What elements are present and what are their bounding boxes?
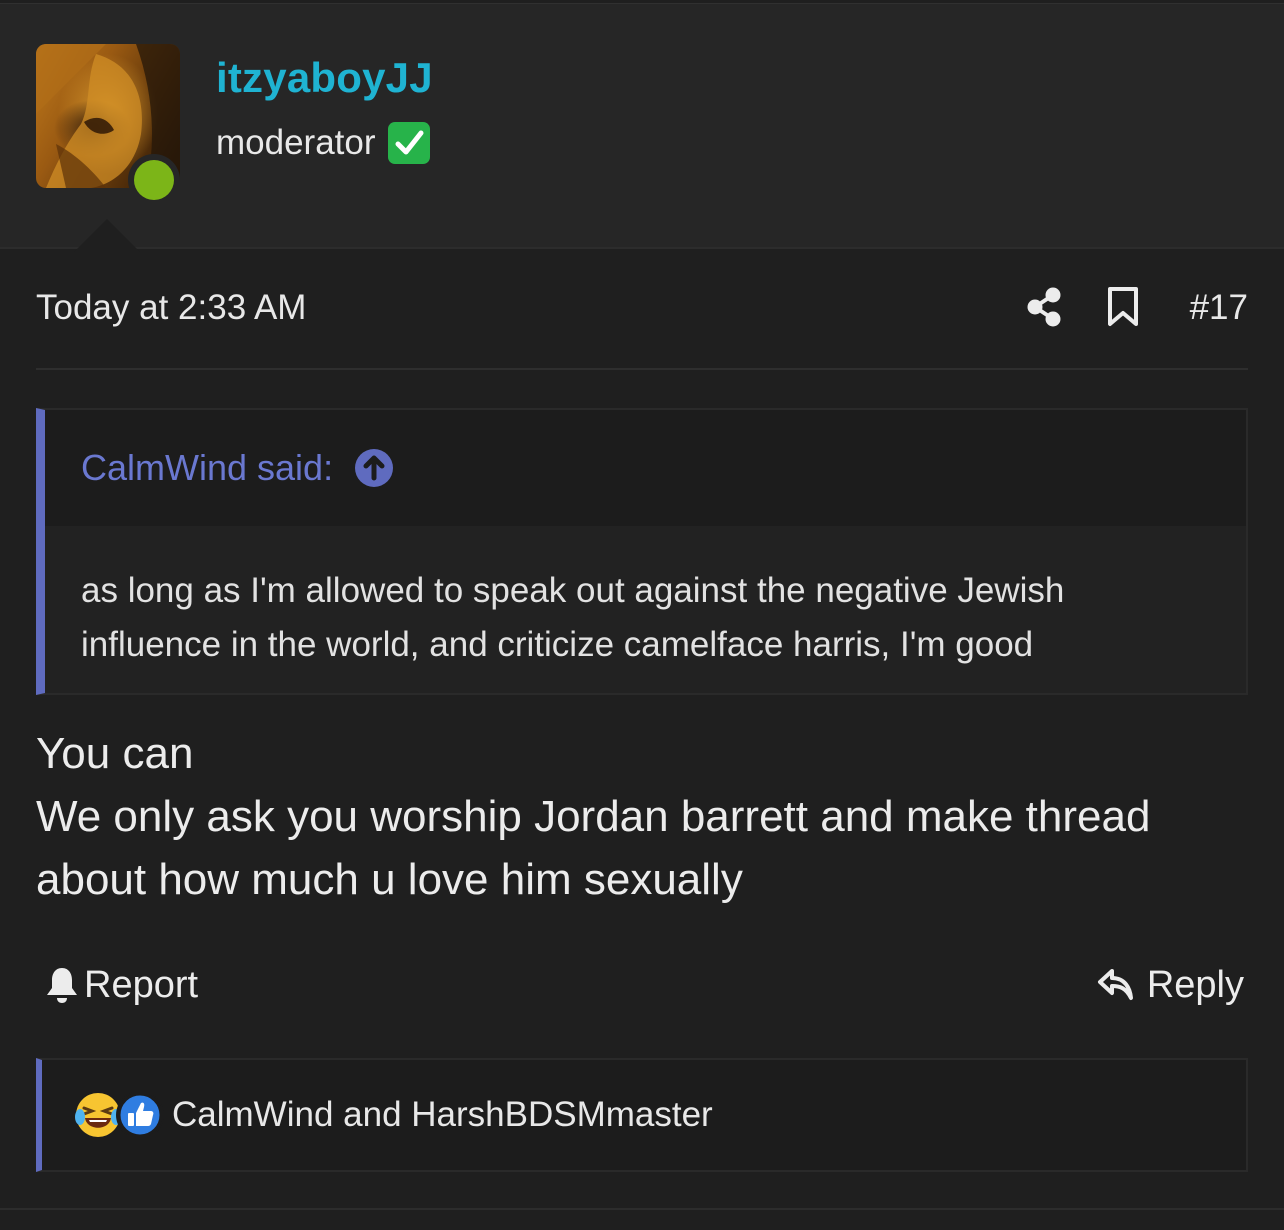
- reply-label: Reply: [1146, 963, 1244, 1006]
- post-bottom-divider: [0, 1208, 1284, 1210]
- quote-header: CalmWind said:: [45, 410, 1246, 526]
- bookmark-icon[interactable]: [1106, 286, 1140, 333]
- post-meta-row: Today at 2:33 AM #17: [36, 286, 1248, 332]
- post-message: You can We only ask you worship Jordan b…: [36, 722, 1248, 911]
- bell-icon: [47, 968, 77, 1003]
- online-status-indicator: [128, 154, 180, 206]
- quote-block: CalmWind said: as long as I'm allowed to…: [36, 408, 1248, 695]
- share-icon[interactable]: [1024, 286, 1064, 333]
- quote-author[interactable]: CalmWind said:: [81, 447, 333, 489]
- report-button[interactable]: Report: [44, 960, 198, 1010]
- post-user-header: itzyaboyJJ moderator: [0, 3, 1284, 252]
- reaction-icons: [74, 1091, 164, 1139]
- post-number[interactable]: #17: [1190, 288, 1248, 328]
- username[interactable]: itzyaboyJJ: [216, 54, 433, 102]
- reactions-bar[interactable]: CalmWind and HarshBDSMmaster: [36, 1058, 1248, 1172]
- message-line: We only ask you worship Jordan barrett a…: [36, 792, 1151, 841]
- report-label: Report: [84, 963, 199, 1006]
- avatar-container[interactable]: [36, 44, 180, 206]
- post-timestamp[interactable]: Today at 2:33 AM: [36, 288, 306, 328]
- quote-text: as long as I'm allowed to speak out agai…: [45, 526, 1246, 693]
- thumbs-up-icon: [116, 1091, 164, 1139]
- reply-arrow-icon: [1097, 969, 1133, 1000]
- reactors-list[interactable]: CalmWind and HarshBDSMmaster: [172, 1095, 713, 1135]
- check-mark-icon: [387, 122, 430, 164]
- arrow-up-circle-icon[interactable]: [355, 449, 394, 487]
- forum-post: itzyaboyJJ moderator Today at 2:33 AM #1…: [0, 0, 1284, 1230]
- header-pointer: [74, 219, 140, 252]
- message-line: about how much u love him sexually: [36, 855, 743, 904]
- meta-divider: [36, 368, 1248, 370]
- user-title: moderator: [216, 122, 430, 164]
- message-line: You can: [36, 729, 194, 778]
- reply-button[interactable]: Reply: [1097, 960, 1244, 1010]
- user-title-text: moderator: [216, 123, 376, 162]
- laughing-crying-emoji-icon: [74, 1091, 122, 1139]
